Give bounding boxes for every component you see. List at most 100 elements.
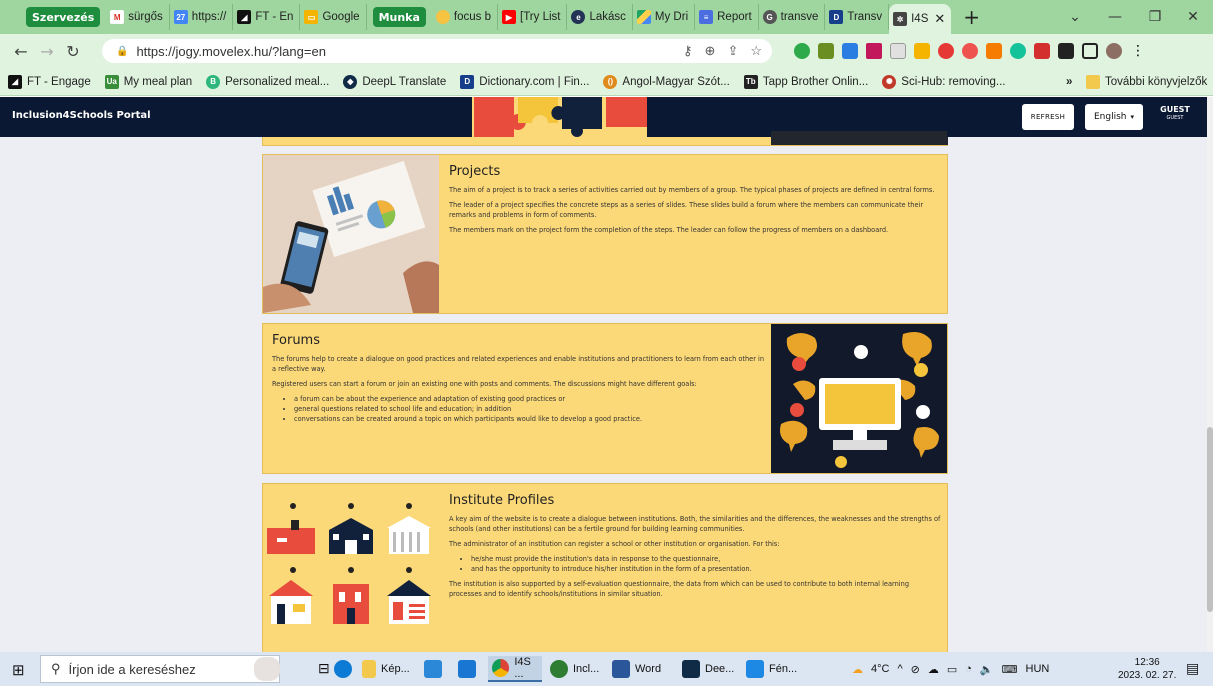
notifications-icon[interactable]: ▤ [1186, 660, 1199, 677]
tab-3[interactable]: ◢ FT - En [233, 4, 301, 30]
bookmark-item[interactable]: ◢ FT - Engage [8, 74, 91, 89]
taskbar-app-active[interactable]: I4S ... [488, 656, 542, 682]
tab-2[interactable]: 27 https:// [170, 4, 234, 30]
mail-icon[interactable] [458, 660, 476, 678]
tapp-icon: Tb [743, 74, 758, 89]
tab-8[interactable]: My Dri [633, 4, 696, 30]
bookmark-item[interactable]: Ua My meal plan [104, 74, 192, 89]
bookmark-item[interactable]: B Personalized meal... [206, 74, 329, 89]
forward-icon[interactable]: → [34, 42, 60, 61]
clock[interactable]: 12:36 2023. 02. 27. [1118, 656, 1176, 682]
scrollbar-thumb[interactable] [1207, 427, 1213, 612]
app-title[interactable]: Inclusion4Schools Portal [12, 110, 151, 121]
back-icon[interactable]: ← [8, 42, 34, 61]
pocket-extension-icon[interactable] [962, 43, 978, 59]
tab-5[interactable]: focus b [432, 4, 498, 30]
taskbar-app[interactable]: Word [612, 656, 661, 682]
google-search-icon: G [762, 10, 777, 24]
tab-10[interactable]: Gtransve [759, 4, 826, 30]
taskbar-app[interactable]: Incl... [550, 656, 599, 682]
opera-extension-icon[interactable] [938, 43, 954, 59]
tab-4[interactable]: ▭ Google [300, 4, 367, 30]
input-language[interactable]: HUN [1026, 663, 1050, 675]
chrome-profile-icon [550, 660, 568, 678]
key-icon[interactable]: ⚷ [683, 43, 693, 59]
lock-icon: 🔒 [116, 45, 129, 57]
user-menu[interactable]: GUEST GUEST [1150, 106, 1200, 121]
tab-group-szervezes[interactable]: Szervezés [26, 7, 101, 27]
tab-7[interactable]: e Lakásc [567, 4, 633, 30]
zoom-icon[interactable]: ⊕ [705, 43, 716, 59]
tab-group-munka[interactable]: Munka [372, 7, 426, 27]
other-bookmarks-folder[interactable]: További könyvjelzők [1086, 74, 1207, 89]
bookmark-item[interactable]: ✺ Sci-Hub: removing... [882, 74, 1005, 89]
avast-extension-icon[interactable] [986, 43, 1002, 59]
tray-app-icon[interactable]: ⊘ [911, 663, 920, 676]
forums-text: Forums The forums help to create a dialo… [272, 333, 768, 429]
diamond-extension-icon[interactable] [842, 43, 858, 59]
reload-icon[interactable]: ↻ [60, 42, 86, 61]
windows-start-icon[interactable]: ⊞ [12, 661, 25, 679]
refresh-button[interactable]: REFRESH [1022, 104, 1074, 130]
language-select[interactable]: English ▾ [1085, 104, 1143, 130]
extension-6-icon[interactable] [818, 43, 834, 59]
taskbar-app[interactable]: Dee... [682, 656, 734, 682]
taskbar-app[interactable]: Fén... [746, 656, 797, 682]
tab-search-icon[interactable]: ⌄ [1055, 0, 1095, 34]
taskbar-search-input[interactable]: ⚲ Írjon ide a kereséshez [40, 655, 280, 683]
store-icon[interactable] [424, 660, 442, 678]
institutes-paragraph: The administrator of an institution can … [449, 540, 780, 548]
close-tab-icon[interactable]: ✕ [934, 11, 945, 27]
tab-12-active[interactable]: ✲ I4S ✕ [889, 4, 952, 34]
keyboard-icon[interactable]: ⌨ [1002, 663, 1018, 676]
side-panel-icon[interactable] [1082, 43, 1098, 59]
weather-icon[interactable]: ☁ [852, 663, 863, 676]
bookmark-item[interactable]: ◆ DeepL Translate [343, 74, 446, 89]
cloud-icon[interactable]: ☁ [928, 663, 939, 676]
evernote-extension-icon[interactable] [794, 43, 810, 59]
tab-11[interactable]: D Transv [825, 4, 890, 30]
tab-1[interactable]: Msürgős [106, 4, 170, 30]
url-input[interactable]: 🔒 https://jogy.movelex.hu/?lang=en ⚷ ⊕ ⇪… [102, 39, 772, 63]
edge-icon[interactable] [334, 660, 352, 678]
more-bookmarks-icon[interactable]: » [1066, 76, 1072, 88]
page-extension-icon[interactable] [890, 43, 906, 59]
deepl-icon: ◆ [343, 74, 358, 89]
minimize-icon[interactable]: — [1095, 0, 1135, 34]
list-item: conversations can be created around a to… [294, 414, 768, 424]
puzzle-extensions-icon[interactable] [1058, 43, 1074, 59]
show-hidden-icons-icon[interactable]: ^ [897, 663, 902, 675]
taskbar-app[interactable]: Kép... [362, 656, 410, 682]
wifi-icon[interactable]: ◔ [965, 663, 972, 675]
bookmark-item[interactable]: () Angol-Magyar Szót... [603, 74, 730, 89]
menu-kebab-icon[interactable]: ⋮ [1130, 43, 1146, 59]
new-tab-icon[interactable]: + [963, 5, 980, 29]
search-highlight-icon[interactable] [254, 657, 280, 681]
institutes-title: Institute Profiles [449, 493, 555, 508]
clock-time: 12:36 [1134, 657, 1160, 668]
avatar[interactable] [1106, 43, 1122, 59]
tab-9[interactable]: ≡ Report [695, 4, 759, 30]
meal-icon: B [206, 74, 221, 89]
vertical-scrollbar[interactable] [1207, 97, 1213, 652]
bookmark-item[interactable]: Tb Tapp Brother Onlin... [743, 74, 868, 89]
keep-extension-icon[interactable] [914, 43, 930, 59]
bookmark-item[interactable]: D Dictionary.com | Fin... [460, 74, 589, 89]
battery-icon[interactable]: ▭ [947, 663, 957, 676]
weather-temperature[interactable]: 4°C [871, 663, 889, 675]
mcafee-extension-icon[interactable] [1034, 43, 1050, 59]
calendar-icon: 27 [173, 10, 188, 24]
close-window-icon[interactable]: ✕ [1173, 0, 1213, 34]
tab-6[interactable]: ▶ [Try List [498, 4, 568, 30]
elte-icon: e [571, 10, 586, 24]
mendeley-extension-icon[interactable] [866, 43, 882, 59]
bookmark-star-icon[interactable]: ☆ [750, 43, 762, 59]
restore-icon[interactable]: ❐ [1135, 0, 1175, 34]
forums-goal-list: a forum can be about the experience and … [272, 394, 768, 424]
volume-icon[interactable]: 🔈 [980, 663, 994, 676]
grammarly-extension-icon[interactable] [1010, 43, 1026, 59]
task-view-icon[interactable]: ⊟ [318, 660, 330, 677]
scihub-icon: ✺ [882, 74, 897, 89]
forums-paragraph: Registered users can start a forum or jo… [272, 380, 697, 388]
share-icon[interactable]: ⇪ [727, 43, 738, 59]
